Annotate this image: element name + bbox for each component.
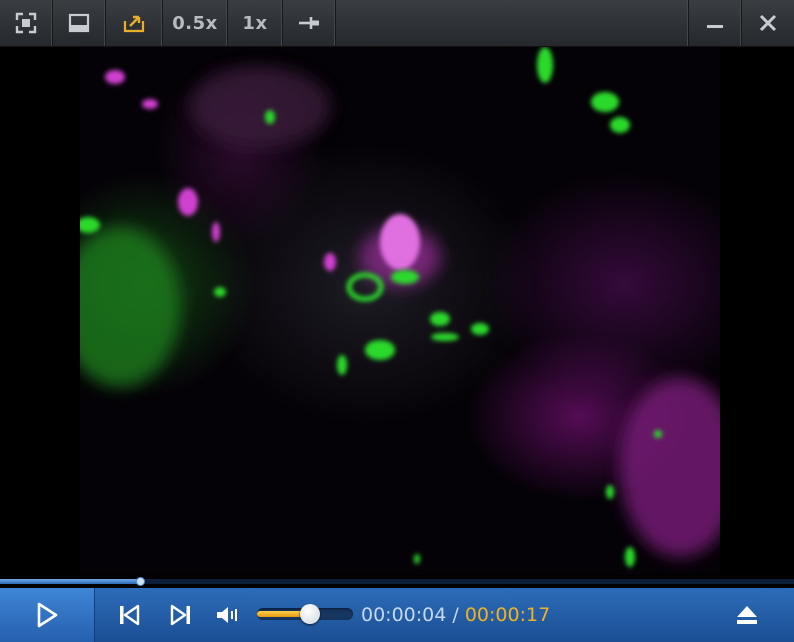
minimize-icon (707, 25, 723, 28)
top-toolbar: 0.5x 1x (0, 0, 794, 47)
time-display: 00:00:04 / 00:00:17 (361, 604, 550, 626)
eject-icon (737, 606, 757, 624)
video-frame[interactable] (80, 47, 720, 575)
fullscreen-button[interactable] (0, 0, 53, 46)
total-time: 00:00:17 (464, 604, 551, 626)
previous-button[interactable] (103, 588, 155, 642)
open-file-icon (123, 15, 145, 33)
seek-bar[interactable] (0, 577, 794, 586)
play-icon (37, 602, 58, 628)
control-bar: 00:00:04 / 00:00:17 (0, 588, 794, 642)
mute-button[interactable] (207, 588, 247, 642)
skip-next-icon (170, 604, 190, 626)
open-file-button[interactable] (106, 0, 163, 46)
play-button[interactable] (0, 588, 95, 642)
toolbar-spacer (336, 0, 689, 46)
fullscreen-icon (15, 12, 37, 34)
skip-previous-icon (120, 604, 140, 626)
eject-button[interactable] (700, 588, 794, 642)
volume-icon (217, 607, 237, 623)
zoom-one-button[interactable]: 1x (228, 0, 283, 46)
zoom-one-label: 1x (242, 12, 268, 34)
close-button[interactable] (742, 0, 794, 46)
seek-progress (0, 579, 140, 584)
close-icon (759, 14, 777, 32)
volume-handle[interactable] (299, 604, 320, 624)
zoom-half-label: 0.5x (172, 12, 218, 34)
current-time: 00:00:04 (361, 604, 447, 626)
layout-button[interactable] (53, 0, 106, 46)
window-layout-icon (68, 13, 90, 33)
next-button[interactable] (155, 588, 207, 642)
zoom-half-button[interactable]: 0.5x (163, 0, 228, 46)
volume-slider[interactable] (247, 588, 357, 642)
pin-icon (299, 17, 319, 29)
video-area[interactable] (0, 47, 794, 575)
time-separator: / (452, 604, 459, 626)
seek-handle[interactable] (135, 577, 145, 586)
minimize-button[interactable] (689, 0, 742, 46)
pin-button[interactable] (283, 0, 336, 46)
microscopy-image (80, 47, 720, 567)
